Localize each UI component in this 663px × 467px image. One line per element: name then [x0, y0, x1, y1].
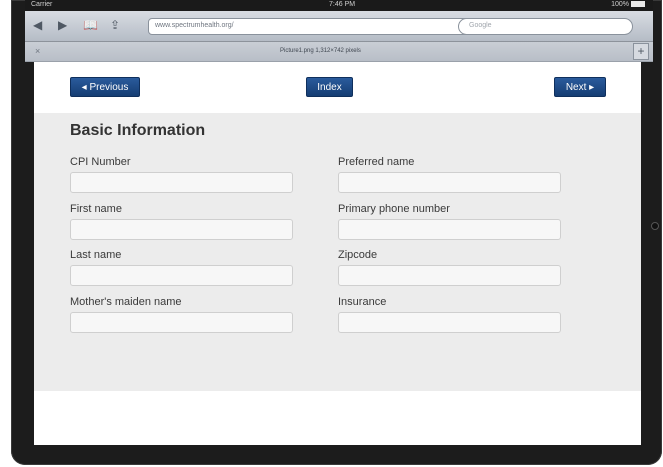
section-title: Basic Information — [70, 122, 206, 139]
primary-phone-field[interactable] — [338, 219, 561, 240]
web-content: ◂ Previous Index Next ▸ Basic Informatio… — [34, 62, 641, 445]
carrier-label: Carrier — [31, 1, 53, 8]
tab-title[interactable]: Picture1.png 1,312×742 pixels — [280, 48, 361, 54]
zipcode-label: Zipcode — [338, 249, 378, 261]
cpi-number-field[interactable] — [70, 172, 293, 193]
battery-percent: 100% — [611, 1, 629, 8]
status-bar: Carrier 7:46 PM 100% — [25, 0, 653, 11]
battery-indicator: 100% — [611, 1, 645, 8]
preferred-name-label: Preferred name — [338, 156, 415, 168]
first-name-field[interactable] — [70, 219, 293, 240]
primary-phone-label: Primary phone number — [338, 203, 450, 215]
cpi-number-label: CPI Number — [70, 156, 131, 168]
zipcode-field[interactable] — [338, 265, 561, 286]
battery-icon — [631, 1, 645, 8]
last-name-label: Last name — [70, 249, 122, 261]
insurance-label: Insurance — [338, 296, 387, 308]
clock: 7:46 PM — [329, 1, 356, 8]
bookmarks-icon[interactable]: 📖 — [83, 17, 98, 33]
search-input[interactable]: Google — [458, 18, 633, 35]
first-name-label: First name — [70, 203, 122, 215]
side-button — [651, 222, 659, 230]
preferred-name-field[interactable] — [338, 172, 561, 193]
mothers-maiden-name-field[interactable] — [70, 312, 293, 333]
add-tab-icon[interactable]: + — [633, 43, 649, 60]
previous-button[interactable]: ◂ Previous — [70, 77, 140, 97]
index-button[interactable]: Index — [306, 77, 353, 97]
next-button[interactable]: Next ▸ — [554, 77, 606, 97]
forward-icon[interactable]: ▶ — [58, 17, 67, 33]
tab-bar: × Picture1.png 1,312×742 pixels + — [25, 42, 653, 62]
close-tab-icon[interactable]: × — [35, 46, 40, 56]
insurance-field[interactable] — [338, 312, 561, 333]
mothers-maiden-name-label: Mother's maiden name — [70, 296, 182, 308]
search-placeholder: Google — [469, 22, 492, 29]
share-icon[interactable]: ⇪ — [110, 17, 120, 33]
nav-strip: ◂ Previous Index Next ▸ — [34, 62, 641, 113]
back-icon[interactable]: ◀ — [33, 17, 42, 33]
browser-toolbar: ◀ ▶ 📖 ⇪ www.spectrumhealth.org/ ↻ Google — [25, 11, 653, 42]
last-name-field[interactable] — [70, 265, 293, 286]
url-text: www.spectrumhealth.org/ — [155, 22, 234, 29]
page-footer — [34, 391, 641, 445]
address-bar[interactable]: www.spectrumhealth.org/ ↻ — [148, 18, 473, 35]
